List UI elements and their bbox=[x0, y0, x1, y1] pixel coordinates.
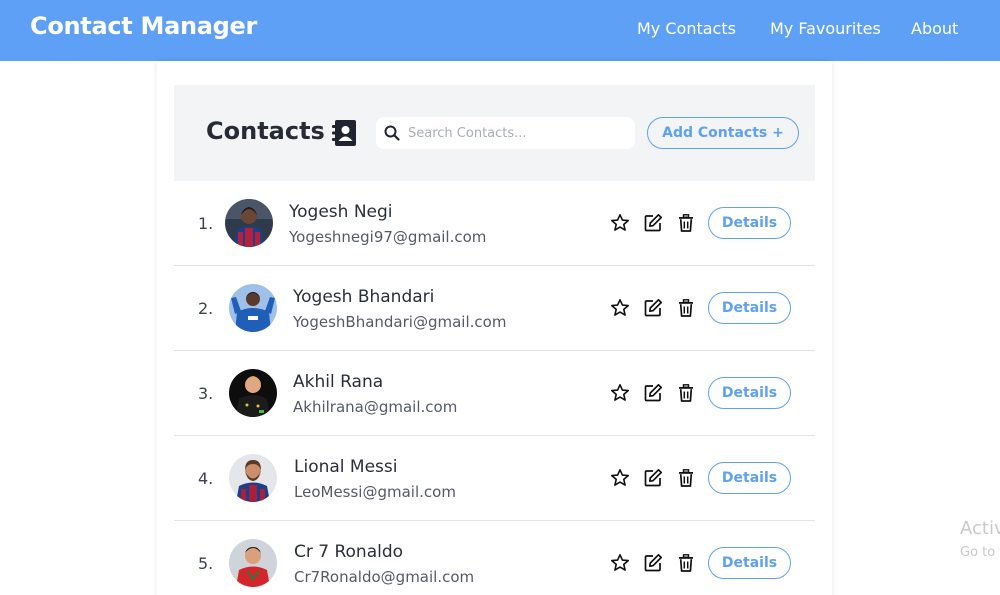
contact-row: 1. Yogesh Negi Yogeshnegi97@gmail.com De… bbox=[174, 181, 815, 266]
trash-icon[interactable] bbox=[676, 553, 696, 573]
details-button[interactable]: Details bbox=[708, 377, 791, 409]
trash-icon[interactable] bbox=[676, 213, 696, 233]
avatar bbox=[229, 284, 277, 332]
details-button[interactable]: Details bbox=[708, 547, 791, 579]
avatar bbox=[225, 199, 273, 247]
contact-email: LeoMessi@gmail.com bbox=[294, 483, 456, 501]
avatar bbox=[229, 369, 277, 417]
activation-watermark: Activ bbox=[960, 518, 1000, 539]
contact-name: Yogesh Bhandari bbox=[293, 287, 435, 307]
contact-index: 4. bbox=[198, 469, 214, 488]
nav-link-my-contacts[interactable]: My Contacts bbox=[637, 19, 736, 38]
trash-icon[interactable] bbox=[676, 298, 696, 318]
contact-email: Yogeshnegi97@gmail.com bbox=[289, 228, 487, 246]
contact-row: 5. Cr 7 Ronaldo Cr7Ronaldo@gmail.com Det… bbox=[174, 521, 815, 595]
navbar: Contact Manager My Contacts My Favourite… bbox=[0, 0, 1000, 61]
edit-icon[interactable] bbox=[643, 383, 663, 403]
nav-link-my-favourites[interactable]: My Favourites bbox=[770, 19, 881, 38]
trash-icon[interactable] bbox=[676, 383, 696, 403]
avatar bbox=[229, 454, 277, 502]
contact-row: 3. Akhil Rana Akhilrana@gmail.com Detail… bbox=[174, 351, 815, 436]
star-icon[interactable] bbox=[610, 468, 630, 488]
edit-icon[interactable] bbox=[643, 298, 663, 318]
contact-name: Akhil Rana bbox=[293, 372, 384, 392]
edit-icon[interactable] bbox=[643, 213, 663, 233]
star-icon[interactable] bbox=[610, 213, 630, 233]
trash-icon[interactable] bbox=[676, 468, 696, 488]
avatar bbox=[229, 539, 277, 587]
details-button[interactable]: Details bbox=[708, 207, 791, 239]
contact-email: Cr7Ronaldo@gmail.com bbox=[294, 568, 475, 586]
contact-index: 3. bbox=[198, 384, 214, 403]
star-icon[interactable] bbox=[610, 553, 630, 573]
edit-icon[interactable] bbox=[643, 468, 663, 488]
brand-title[interactable]: Contact Manager bbox=[30, 12, 257, 40]
page-title: Contacts bbox=[206, 117, 325, 145]
contact-name: Lional Messi bbox=[294, 457, 398, 477]
search-icon bbox=[384, 125, 400, 141]
star-icon[interactable] bbox=[610, 383, 630, 403]
add-contacts-button[interactable]: Add Contacts + bbox=[647, 117, 799, 149]
details-button[interactable]: Details bbox=[708, 292, 791, 324]
details-button[interactable]: Details bbox=[708, 462, 791, 494]
contact-email: Akhilrana@gmail.com bbox=[293, 398, 458, 416]
contact-email: YogeshBhandari@gmail.com bbox=[293, 313, 507, 331]
contact-row: 2. Yogesh Bhandari YogeshBhandari@gmail.… bbox=[174, 266, 815, 351]
contact-name: Yogesh Negi bbox=[289, 202, 393, 222]
activation-watermark-subtext: Go to bbox=[960, 545, 996, 560]
contact-book-icon bbox=[332, 120, 356, 146]
contact-row: 4. Lional Messi LeoMessi@gmail.com Detai… bbox=[174, 436, 815, 521]
contact-name: Cr 7 Ronaldo bbox=[294, 542, 404, 562]
contact-index: 2. bbox=[198, 299, 214, 318]
nav-link-about[interactable]: About bbox=[911, 19, 958, 38]
edit-icon[interactable] bbox=[643, 553, 663, 573]
contact-index: 1. bbox=[198, 214, 214, 233]
star-icon[interactable] bbox=[610, 298, 630, 318]
search-input[interactable] bbox=[408, 117, 628, 149]
search-box bbox=[376, 117, 635, 149]
contact-index: 5. bbox=[198, 554, 214, 573]
